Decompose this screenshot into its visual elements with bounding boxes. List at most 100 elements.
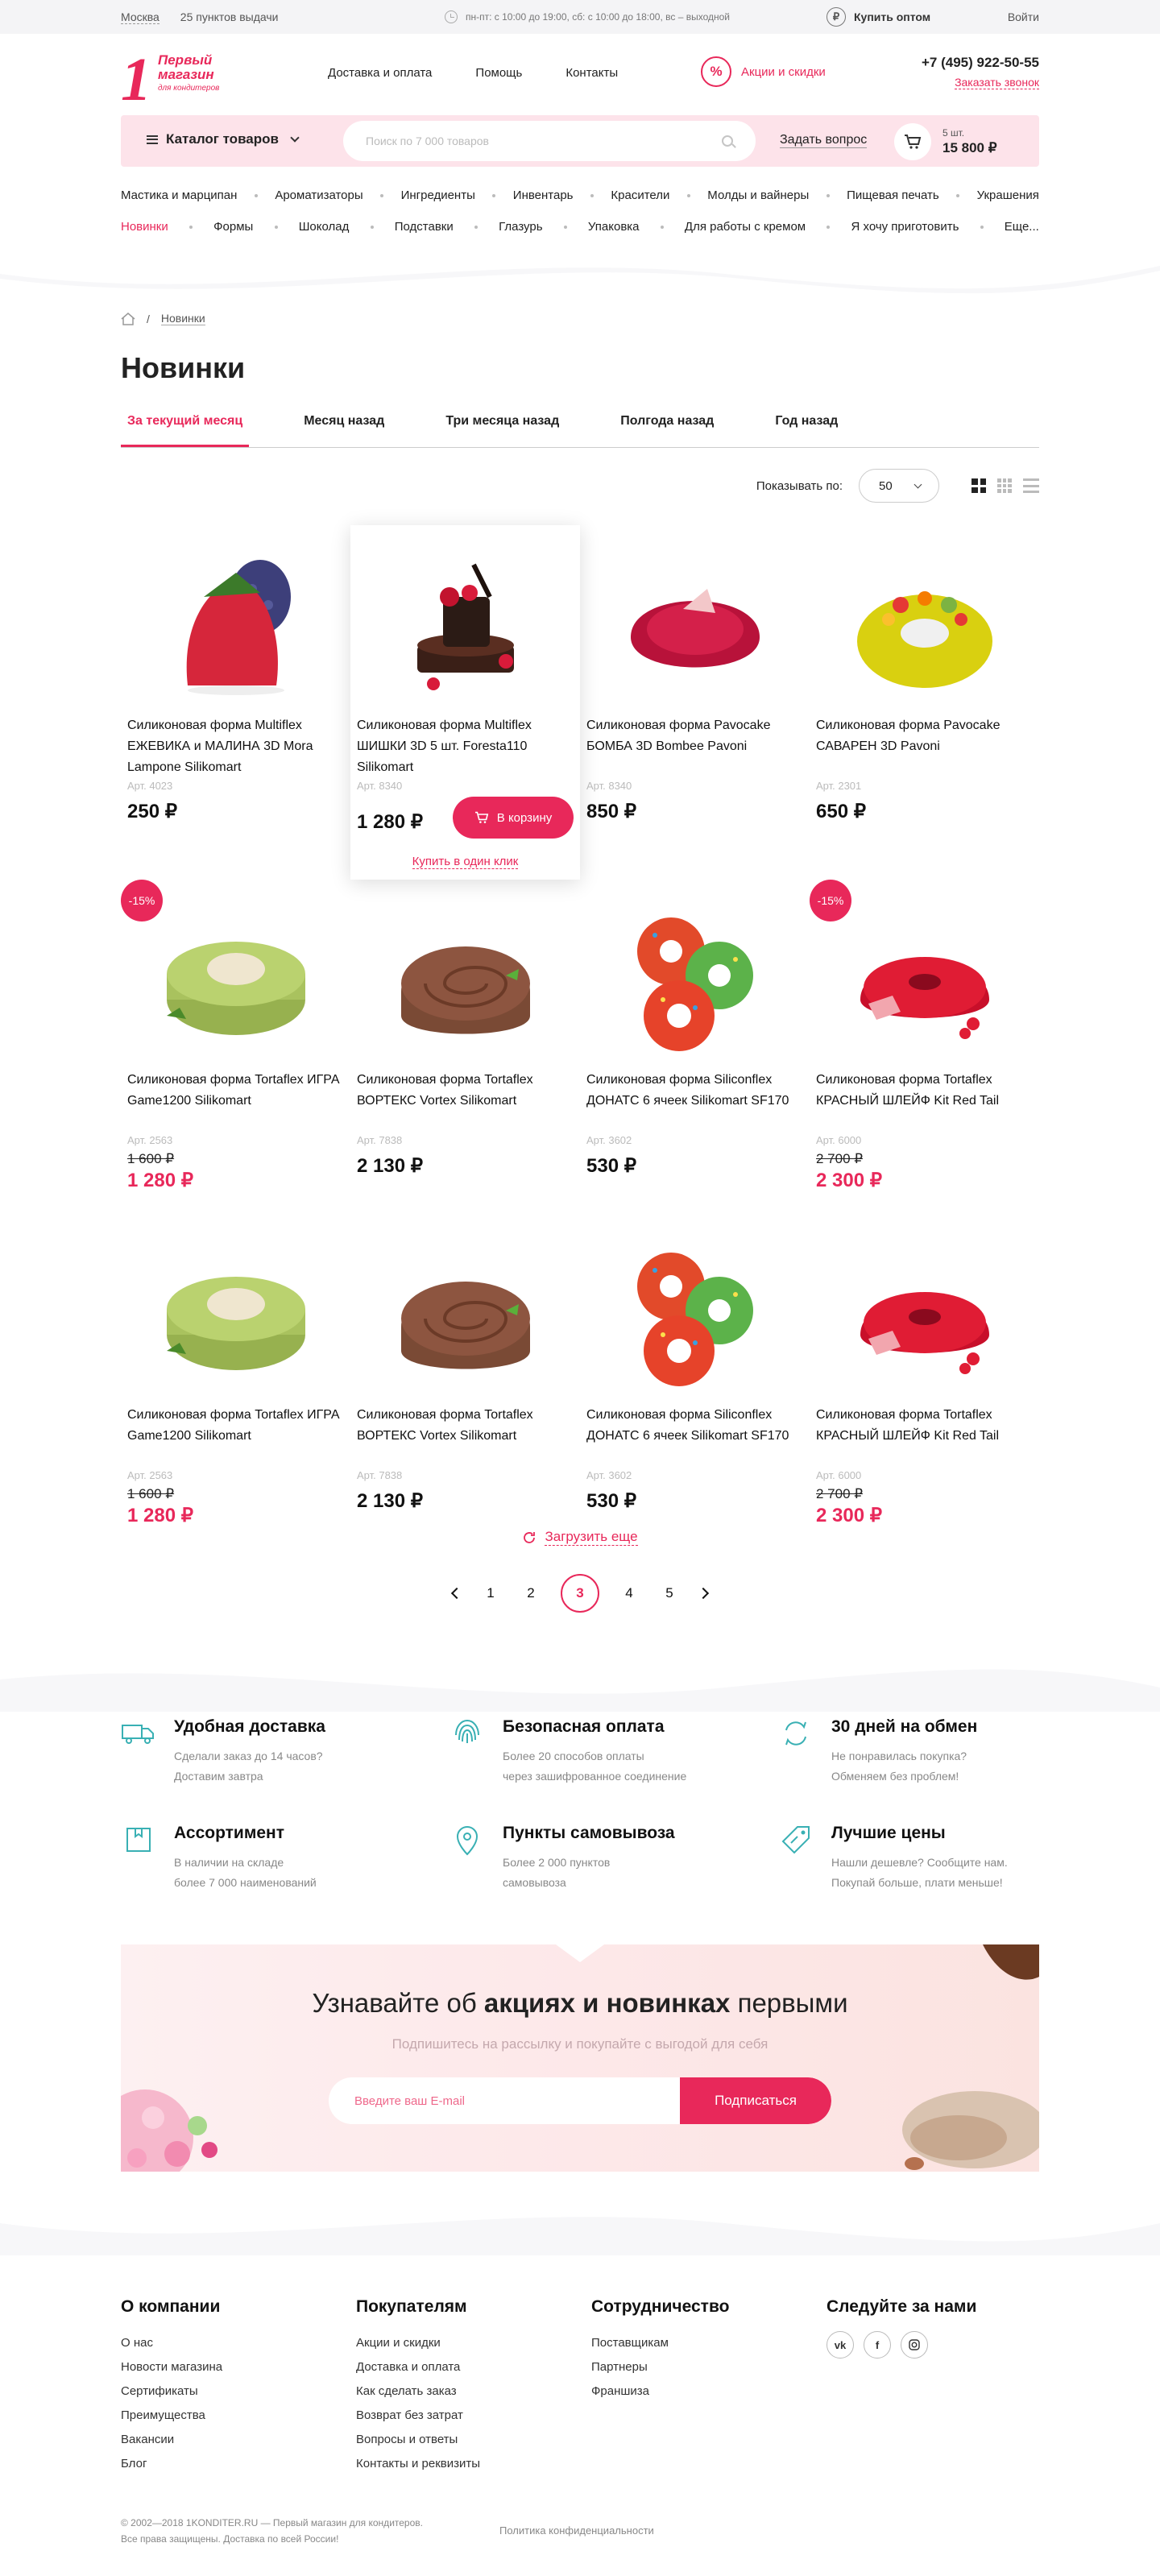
product-title[interactable]: Силиконовая форма Siliconflex ДОНАТС 6 я… [586,1070,803,1133]
footer-link[interactable]: Поставщикам [591,2331,826,2355]
category-link[interactable]: Формы [213,220,253,234]
product-card[interactable]: Силиконовая форма Tortaflex ВОРТЕКС Vort… [350,880,580,1215]
chevron-left-icon[interactable] [450,1587,463,1600]
page-link[interactable]: 1 [480,1585,501,1601]
tab-period[interactable]: За текущий месяц [121,409,250,447]
category-link[interactable]: Глазурь [499,220,542,234]
product-image[interactable] [357,899,574,1060]
nav-contacts[interactable]: Контакты [566,66,618,80]
category-link[interactable]: Ингредиенты [401,188,475,202]
nav-delivery[interactable]: Доставка и оплата [328,66,432,80]
promo-link[interactable]: % Акции и скидки [701,56,826,87]
category-link[interactable]: Пищевая печать [847,188,939,202]
grid-view-icon[interactable] [972,478,986,493]
search-icon[interactable] [722,135,733,147]
load-more-button[interactable]: Загрузить еще [121,1529,1039,1546]
product-image[interactable] [816,545,1033,706]
catalog-button[interactable]: Каталог товаров [147,131,300,147]
footer-link[interactable]: Блог [121,2452,356,2476]
product-title[interactable]: Силиконовая форма Tortaflex ВОРТЕКС Vort… [357,1405,574,1468]
ask-question-link[interactable]: Задать вопрос [780,133,868,148]
tab-period[interactable]: Три месяца назад [439,409,566,447]
product-title[interactable]: Силиконовая форма Multiflex ШИШКИ 3D 5 ш… [357,715,574,778]
product-title[interactable]: Силиконовая форма Pavocake САВАРЕН 3D Pa… [816,715,1033,778]
page-link[interactable]: 3 [561,1574,599,1613]
product-title[interactable]: Силиконовая форма Siliconflex ДОНАТС 6 я… [586,1405,803,1468]
privacy-policy-link[interactable]: Политика конфиденциальности [499,2524,654,2537]
logo[interactable]: 1 Первый магазин для кондитеров [121,46,234,114]
page-link[interactable]: 4 [619,1585,640,1601]
footer-link[interactable]: Контакты и реквизиты [356,2452,591,2476]
footer-link[interactable]: Вакансии [121,2428,356,2452]
footer-link[interactable]: О нас [121,2331,356,2355]
product-card[interactable]: Силиконовая форма Tortaflex ВОРТЕКС Vort… [350,1215,580,1550]
footer-link[interactable]: Партнеры [591,2355,826,2379]
product-title[interactable]: Силиконовая форма Tortaflex КРАСНЫЙ ШЛЕЙ… [816,1405,1033,1468]
footer-link[interactable]: Франшиза [591,2379,826,2404]
subscribe-button[interactable]: Подписаться [680,2077,831,2124]
footer-link[interactable]: Акции и скидки [356,2331,591,2355]
category-link[interactable]: Шоколад [299,220,350,234]
phone-number[interactable]: +7 (495) 922-50-55 [922,55,1039,71]
product-image[interactable] [586,545,803,706]
product-title[interactable]: Силиконовая форма Tortaflex ИГРА Game120… [127,1070,344,1133]
product-card[interactable]: Силиконовая форма Pavocake САВАРЕН 3D Pa… [810,525,1039,860]
product-image[interactable] [127,1234,344,1395]
page-link[interactable]: 2 [520,1585,541,1601]
city-selector[interactable]: Москва [121,10,160,24]
tab-period[interactable]: Месяц назад [297,409,391,447]
facebook-icon[interactable]: f [864,2331,891,2359]
search-input[interactable]: Поиск по 7 000 товаров [343,121,756,161]
product-image[interactable] [127,899,344,1060]
product-image[interactable] [357,1234,574,1395]
category-link[interactable]: Для работы с кремом [685,220,806,234]
product-title[interactable]: Силиконовая форма Tortaflex ВОРТЕКС Vort… [357,1070,574,1133]
category-link[interactable]: Красители [611,188,669,202]
product-card[interactable]: Силиконовая форма Siliconflex ДОНАТС 6 я… [580,1215,810,1550]
category-link[interactable]: Мастика и марципан [121,188,237,202]
product-card[interactable]: -15% Силиконовая форма Tortaflex КРАСНЫЙ … [810,880,1039,1215]
category-link[interactable]: Новинки [121,220,168,234]
product-card[interactable]: Силиконовая форма Tortaflex ИГРА Game120… [121,1215,350,1550]
product-image[interactable] [586,1234,803,1395]
login-link[interactable]: Войти [1008,10,1039,23]
tab-period[interactable]: Полгода назад [614,409,720,447]
category-link[interactable]: Ароматизаторы [275,188,362,202]
add-to-cart-button[interactable]: В корзину [453,797,574,839]
footer-link[interactable]: Сертификаты [121,2379,356,2404]
footer-link[interactable]: Как сделать заказ [356,2379,591,2404]
product-card[interactable]: -15% Силиконовая форма Tortaflex ИГРА Gam… [121,880,350,1215]
category-link[interactable]: Я хочу приготовить [851,220,959,234]
category-link[interactable]: Еще... [1005,220,1039,234]
product-card[interactable]: Силиконовая форма Multiflex ЕЖЕВИКА и МА… [121,525,350,860]
product-title[interactable]: Силиконовая форма Pavocake БОМБА 3D Bomb… [586,715,803,778]
cart-button[interactable]: 5 шт. 15 800 ₽ [894,123,997,160]
product-card[interactable]: Силиконовая форма Siliconflex ДОНАТС 6 я… [580,880,810,1215]
category-link[interactable]: Украшения [977,188,1039,202]
email-field[interactable]: Введите ваш E-mail [329,2077,680,2124]
product-title[interactable]: Силиконовая форма Multiflex ЕЖЕВИКА и МА… [127,715,344,778]
product-card[interactable]: Силиконовая форма Pavocake БОМБА 3D Bomb… [580,525,810,860]
product-card[interactable]: Силиконовая форма Multiflex ШИШКИ 3D 5 ш… [350,525,580,880]
pickup-points-link[interactable]: 25 пунктов выдачи [180,10,279,23]
list-view-icon[interactable] [1023,478,1039,493]
category-link[interactable]: Упаковка [588,220,640,234]
product-title[interactable]: Силиконовая форма Tortaflex КРАСНЫЙ ШЛЕЙ… [816,1070,1033,1133]
nav-help[interactable]: Помощь [475,66,522,80]
per-page-select[interactable]: 50 [859,469,939,503]
wholesale-link[interactable]: ₽ Купить оптом [826,7,930,27]
instagram-icon[interactable] [901,2331,928,2359]
footer-link[interactable]: Новости магазина [121,2355,356,2379]
product-image[interactable] [586,899,803,1060]
footer-link[interactable]: Доставка и оплата [356,2355,591,2379]
home-icon[interactable] [121,312,135,325]
product-card[interactable]: Силиконовая форма Tortaflex КРАСНЫЙ ШЛЕЙ… [810,1215,1039,1550]
page-link[interactable]: 5 [659,1585,680,1601]
category-link[interactable]: Подставки [395,220,454,234]
tab-period[interactable]: Год назад [768,409,844,447]
footer-link[interactable]: Преимущества [121,2404,356,2428]
dense-grid-view-icon[interactable] [997,478,1012,493]
breadcrumb-current[interactable]: Новинки [160,312,205,325]
category-link[interactable]: Молды и вайнеры [707,188,809,202]
product-title[interactable]: Силиконовая форма Tortaflex ИГРА Game120… [127,1405,344,1468]
